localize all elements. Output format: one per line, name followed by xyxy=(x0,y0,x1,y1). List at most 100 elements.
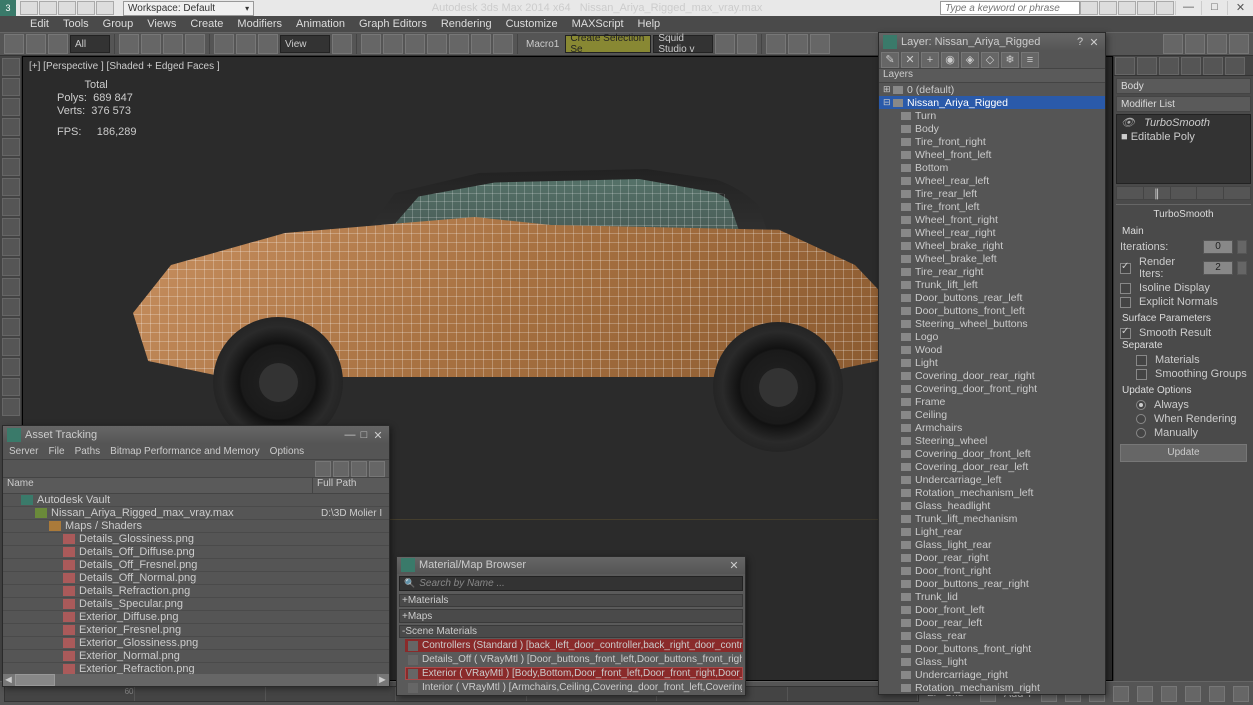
ly-item[interactable]: Door_buttons_front_left xyxy=(879,304,1105,317)
mb-close[interactable]: ✕ xyxy=(727,559,741,572)
play-end[interactable] xyxy=(1137,686,1153,702)
ly-item[interactable]: Covering_door_rear_right xyxy=(879,369,1105,382)
ly-item[interactable]: Light xyxy=(879,356,1105,369)
ly-item[interactable]: Door_front_right xyxy=(879,564,1105,577)
stack-pin[interactable] xyxy=(1117,187,1144,199)
materials-check[interactable] xyxy=(1136,355,1147,366)
tb-render1[interactable] xyxy=(810,34,830,54)
at-row[interactable]: Autodesk Vault xyxy=(3,494,389,507)
tb-renderprod[interactable] xyxy=(1207,34,1227,54)
tb-help4[interactable] xyxy=(1137,1,1155,15)
at-menu-bitmap[interactable]: Bitmap Performance and Memory xyxy=(110,446,260,457)
lt-15[interactable] xyxy=(2,338,20,356)
at-tb4[interactable] xyxy=(369,461,385,477)
stack-unique[interactable] xyxy=(1171,187,1198,199)
at-row[interactable]: Details_Refraction.png xyxy=(3,585,389,598)
tb-select[interactable] xyxy=(4,34,24,54)
tb-selname[interactable] xyxy=(141,34,161,54)
at-row[interactable]: Exterior_Normal.png xyxy=(3,650,389,663)
tb-save[interactable] xyxy=(58,1,76,15)
mod-editablepoly[interactable]: ■ Editable Poly xyxy=(1117,130,1250,144)
tb-link[interactable] xyxy=(26,34,46,54)
sg-check[interactable] xyxy=(1136,369,1147,380)
manually-radio[interactable] xyxy=(1136,428,1146,438)
at-menu-options[interactable]: Options xyxy=(270,446,304,457)
ly-item[interactable]: Rotation_mechanism_right xyxy=(879,681,1105,694)
ly-more[interactable]: ≡ xyxy=(1021,52,1039,68)
ly-item[interactable]: Covering_door_front_right xyxy=(879,382,1105,395)
ly-item[interactable]: Covering_door_rear_left xyxy=(879,460,1105,473)
menu-tools[interactable]: Tools xyxy=(63,18,89,30)
lt-4[interactable] xyxy=(2,118,20,136)
iterations-spinner[interactable] xyxy=(1237,240,1247,254)
tb-scale[interactable] xyxy=(258,34,278,54)
lt-2[interactable] xyxy=(2,78,20,96)
tab-motion[interactable] xyxy=(1181,57,1201,75)
at-row[interactable]: Exterior_Refraction.png xyxy=(3,663,389,674)
menu-edit[interactable]: Edit xyxy=(30,18,49,30)
named-sel[interactable]: Create Selection Se xyxy=(565,35,651,53)
lt-9[interactable] xyxy=(2,218,20,236)
ly-item[interactable]: Wheel_front_right xyxy=(879,213,1105,226)
tab-create[interactable] xyxy=(1115,57,1135,75)
ly-item[interactable]: Wheel_brake_left xyxy=(879,252,1105,265)
ly-item[interactable]: Wheel_brake_right xyxy=(879,239,1105,252)
lt-3[interactable] xyxy=(2,98,20,116)
ly-item[interactable]: Door_buttons_rear_right xyxy=(879,577,1105,590)
ly-item[interactable]: Glass_light xyxy=(879,655,1105,668)
ly-item[interactable]: Glass_rear xyxy=(879,629,1105,642)
at-row[interactable]: Details_Specular.png xyxy=(3,598,389,611)
tb-spinner[interactable] xyxy=(449,34,469,54)
tb-pivot[interactable] xyxy=(332,34,352,54)
ly-item[interactable]: Undercarriage_left xyxy=(879,473,1105,486)
window-max[interactable]: □ xyxy=(1201,1,1227,15)
tb-selobj[interactable] xyxy=(119,34,139,54)
at-close[interactable]: ✕ xyxy=(371,429,385,442)
ly-item[interactable]: Light_rear xyxy=(879,525,1105,538)
ly-item[interactable]: Door_rear_left xyxy=(879,616,1105,629)
at-row[interactable]: Maps / Shaders xyxy=(3,520,389,533)
ly-item[interactable]: Door_buttons_rear_left xyxy=(879,291,1105,304)
at-hscroll[interactable]: ◄► xyxy=(3,674,389,686)
tb-new[interactable] xyxy=(20,1,38,15)
at-hdr-path[interactable]: Full Path xyxy=(313,478,389,493)
viewport-label[interactable]: [+] [Perspective ] [Shaded + Edged Faces… xyxy=(29,61,220,72)
tb-help2[interactable] xyxy=(1099,1,1117,15)
menu-help[interactable]: Help xyxy=(638,18,661,30)
tb-move[interactable] xyxy=(214,34,234,54)
renderer-sel[interactable]: Squid Studio v xyxy=(653,35,713,53)
ly-item[interactable]: Armchairs xyxy=(879,421,1105,434)
ly-item[interactable]: Rotation_mechanism_left xyxy=(879,486,1105,499)
ly-item[interactable]: Wheel_rear_left xyxy=(879,174,1105,187)
at-tb1[interactable] xyxy=(315,461,331,477)
ly-item[interactable]: Frame xyxy=(879,395,1105,408)
ly-sel[interactable]: ◉ xyxy=(941,52,959,68)
ly-item[interactable]: Tire_front_left xyxy=(879,200,1105,213)
tb-open[interactable] xyxy=(39,1,57,15)
menu-grapheditors[interactable]: Graph Editors xyxy=(359,18,427,30)
ly-item[interactable]: Wheel_rear_right xyxy=(879,226,1105,239)
tab-display[interactable] xyxy=(1203,57,1223,75)
lt-8[interactable] xyxy=(2,198,20,216)
ly-item[interactable]: Undercarriage_right xyxy=(879,668,1105,681)
ly-item[interactable]: Wood xyxy=(879,343,1105,356)
material-browser-window[interactable]: Material/Map Browser✕ Search by Name ...… xyxy=(396,556,746,696)
ly-item[interactable]: Trunk_lift_mechanism xyxy=(879,512,1105,525)
tb-unlink[interactable] xyxy=(48,34,68,54)
at-row[interactable]: Nissan_Ariya_Rigged_max_vray.maxD:\3D Mo… xyxy=(3,507,389,520)
app-logo[interactable]: 3 xyxy=(0,0,16,16)
ly-item[interactable]: Tire_front_right xyxy=(879,135,1105,148)
menu-customize[interactable]: Customize xyxy=(506,18,558,30)
ly-item[interactable]: Turn xyxy=(879,109,1105,122)
menu-maxscript[interactable]: MAXScript xyxy=(572,18,624,30)
tb-renderframe[interactable] xyxy=(1185,34,1205,54)
mb-item[interactable]: Details_Off ( VRayMtl ) [Door_buttons_fr… xyxy=(405,653,743,666)
modifier-stack[interactable]: 👁 TurboSmooth ■ Editable Poly xyxy=(1116,114,1251,184)
ly-item[interactable]: Steering_wheel xyxy=(879,434,1105,447)
ly-hi[interactable]: ◈ xyxy=(961,52,979,68)
at-row[interactable]: Exterior_Glossiness.png xyxy=(3,637,389,650)
tab-hierarchy[interactable] xyxy=(1159,57,1179,75)
iterations-value[interactable]: 0 xyxy=(1203,240,1233,254)
ly-item[interactable]: Bottom xyxy=(879,161,1105,174)
mb-item[interactable]: Exterior ( VRayMtl ) [Body,Bottom,Door_f… xyxy=(405,667,743,680)
